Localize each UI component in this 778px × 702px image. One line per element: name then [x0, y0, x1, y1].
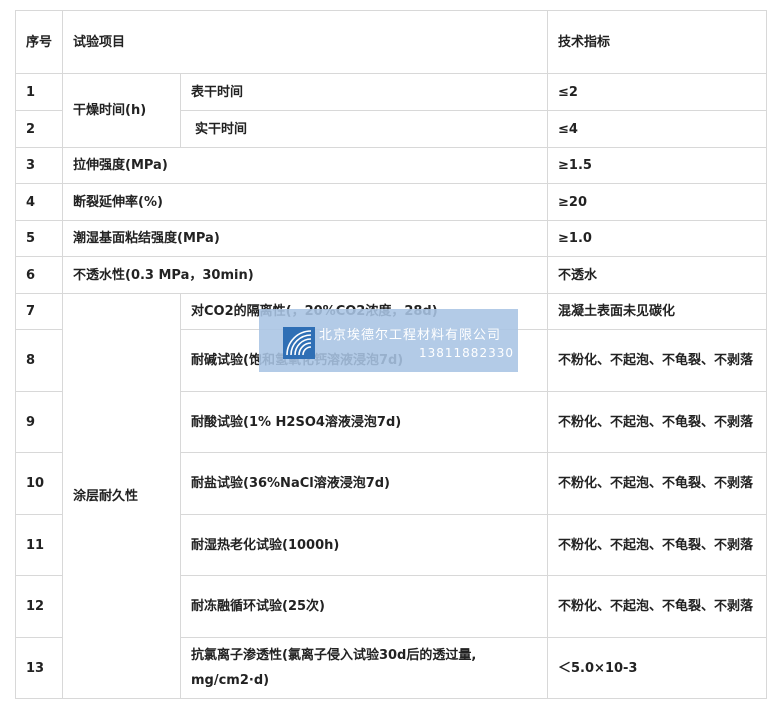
row-spec: ≥1.0 [547, 220, 768, 257]
row-item: 耐碱试验(饱和氢氧化钙溶液浸泡7d) [179, 329, 549, 392]
row-item: 耐盐试验(36%NaCl溶液浸泡7d) [179, 452, 549, 515]
row-index: 13 [15, 637, 63, 699]
table-row: 1 干燥时间(h) 表干时间 ≤2 [15, 73, 768, 148]
row-spec: ≤2 [547, 73, 768, 111]
row-spec: 不粉化、不起泡、不龟裂、不剥落 [547, 514, 768, 576]
table-row: 6 不透水性(0.3 MPa，30min) 不透水 [15, 256, 768, 294]
spec-table: 序号 试验项目 技术指标 1 干燥时间(h) 表干时间 ≤2 2 实干时间 ≤4… [15, 10, 768, 699]
row-spec: 不透水 [547, 256, 768, 294]
row-item: 耐冻融循环试验(25次) [179, 575, 549, 638]
row-item: 实干时间 [179, 110, 549, 148]
table-row: 7 涂层耐久性 对CO2的隔离性(，20%CO2浓度，28d) 混凝土表面未见碳… [15, 293, 768, 699]
row-index: 3 [15, 147, 63, 184]
category-coating-durability: 涂层耐久性 [62, 293, 181, 699]
row-spec: ≤4 [547, 110, 768, 148]
row-index: 10 [15, 452, 63, 515]
row-item: 断裂延伸率(%) [61, 183, 549, 221]
header-row: 序号 试验项目 技术指标 [15, 10, 768, 74]
row-item: 耐湿热老化试验(1000h) [179, 514, 549, 576]
table-row: 5 潮湿基面粘结强度(MPa) ≥1.0 [15, 220, 768, 257]
table-row: 4 断裂延伸率(%) ≥20 [15, 183, 768, 221]
category-drying-time: 干燥时间(h) [62, 73, 181, 148]
header-spec: 技术指标 [547, 10, 768, 74]
row-item: 耐酸试验(1% H2SO4溶液浸泡7d) [179, 391, 549, 453]
row-index: 8 [15, 329, 63, 392]
row-index: 9 [15, 391, 63, 453]
row-spec: ＜5.0×10-3 [547, 637, 768, 699]
row-index: 5 [15, 220, 63, 257]
row-item: 对CO2的隔离性(，20%CO2浓度，28d) [179, 293, 549, 330]
row-index: 2 [15, 110, 63, 148]
row-spec: 不粉化、不起泡、不龟裂、不剥落 [547, 391, 768, 453]
row-index: 7 [15, 293, 63, 330]
row-spec: ≥20 [547, 183, 768, 221]
row-spec: 不粉化、不起泡、不龟裂、不剥落 [547, 452, 768, 515]
row-spec: 混凝土表面未见碳化 [547, 293, 768, 330]
table-row: 3 拉伸强度(MPa) ≥1.5 [15, 147, 768, 184]
row-index: 12 [15, 575, 63, 638]
row-index: 11 [15, 514, 63, 576]
row-item: 不透水性(0.3 MPa，30min) [61, 256, 549, 294]
row-spec: 不粉化、不起泡、不龟裂、不剥落 [547, 575, 768, 638]
header-index: 序号 [15, 10, 63, 74]
row-index: 4 [15, 183, 63, 221]
row-index: 6 [15, 256, 63, 294]
row-spec: 不粉化、不起泡、不龟裂、不剥落 [547, 329, 768, 392]
row-item: 抗氯离子渗透性(氯离子侵入试验30d后的透过量, mg/cm2·d) [179, 637, 549, 699]
row-index: 1 [15, 73, 63, 111]
row-item: 表干时间 [179, 73, 549, 111]
header-item: 试验项目 [61, 10, 549, 74]
row-spec: ≥1.5 [547, 147, 768, 184]
row-item: 拉伸强度(MPa) [61, 147, 549, 184]
row-item: 潮湿基面粘结强度(MPa) [61, 220, 549, 257]
